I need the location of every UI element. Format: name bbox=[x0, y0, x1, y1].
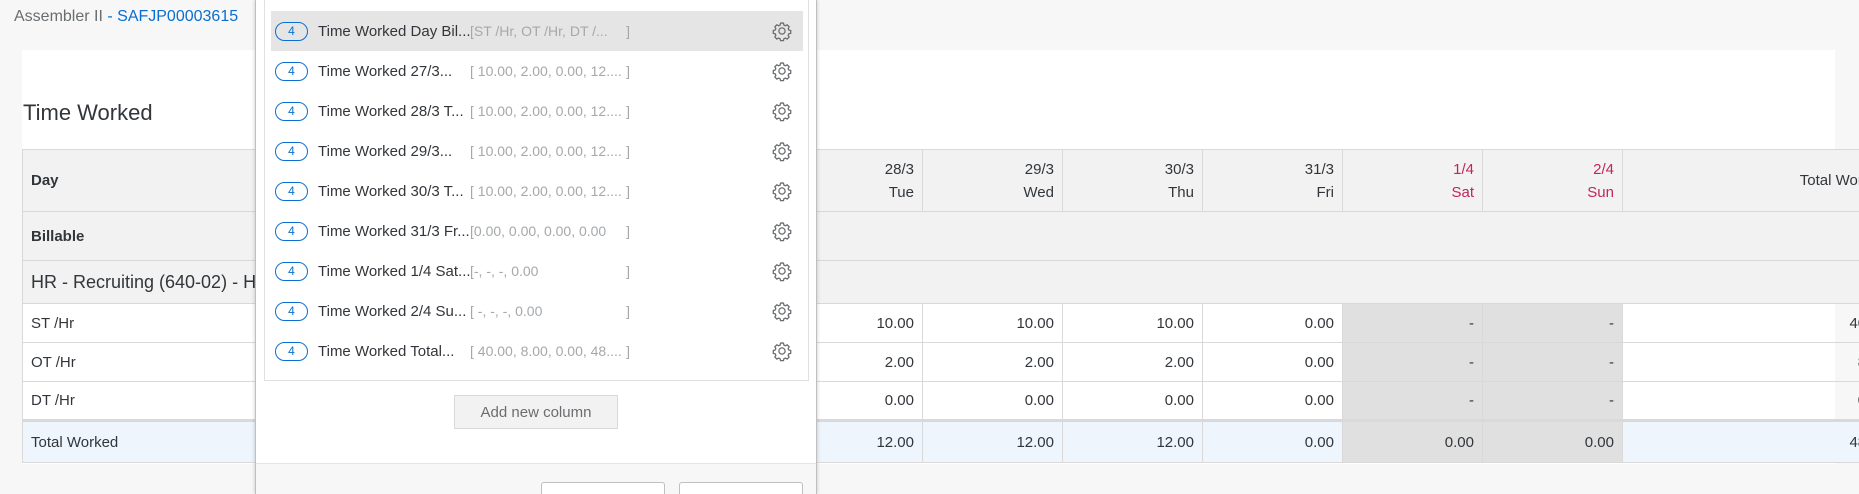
total-cell: 0.00 bbox=[1202, 419, 1343, 463]
column-values: [ST /Hr, OT /Hr, DT /...] bbox=[470, 23, 630, 39]
column-settings-dialog: 4 Time Worked Day Bil... [ST /Hr, OT /Hr… bbox=[255, 0, 817, 494]
count-badge: 4 bbox=[275, 341, 308, 361]
column-values: [ 10.00, 2.00, 0.00, 12....] bbox=[470, 63, 630, 79]
column-list-item[interactable]: 4 Time Worked 27/3... [ 10.00, 2.00, 0.0… bbox=[271, 51, 803, 91]
column-values: [-, -, -, 0.00] bbox=[470, 263, 630, 279]
column-name: Time Worked 29/3... bbox=[318, 142, 453, 160]
cell-value[interactable]: 10.00 bbox=[1062, 303, 1203, 343]
cell-value: - bbox=[1342, 303, 1483, 343]
cell-value[interactable]: 0.00 bbox=[1202, 342, 1343, 382]
cell-value: - bbox=[1342, 342, 1483, 382]
column-header-31-3[interactable]: 31/3 Fri bbox=[1202, 149, 1343, 212]
column-name: Time Worked 1/4 Sat... bbox=[318, 262, 470, 280]
cell-value: - bbox=[1482, 303, 1623, 343]
count-badge: 4 bbox=[275, 301, 308, 321]
column-name: Time Worked Total... bbox=[318, 342, 455, 360]
add-new-column-button[interactable]: Add new column bbox=[454, 395, 618, 429]
total-cell: 0.00 bbox=[1482, 419, 1623, 463]
count-badge: 4 bbox=[275, 101, 308, 121]
total-worked-header[interactable]: Total Worked bbox=[1622, 149, 1859, 212]
column-header-29-3[interactable]: 29/3 Wed bbox=[922, 149, 1063, 212]
column-header-30-3[interactable]: 30/3 Thu bbox=[1062, 149, 1203, 212]
column-header-1-4[interactable]: 1/4 Sat bbox=[1342, 149, 1483, 212]
column-values: [ 40.00, 8.00, 0.00, 48....] bbox=[470, 343, 630, 359]
column-values: [ -, -, -, 0.00] bbox=[470, 303, 630, 319]
column-values: [ 10.00, 2.00, 0.00, 12....] bbox=[470, 143, 630, 159]
column-values: [0.00, 0.00, 0.00, 0.00] bbox=[470, 223, 630, 239]
breadcrumb: Assembler II - SAFJP00003615 bbox=[14, 8, 238, 26]
column-name: Time Worked 28/3 T... bbox=[318, 102, 464, 120]
gear-icon[interactable] bbox=[771, 300, 793, 322]
count-badge: 4 bbox=[275, 261, 308, 281]
count-badge: 4 bbox=[275, 221, 308, 241]
grand-total: 48.00 bbox=[1622, 419, 1859, 463]
gear-icon[interactable] bbox=[771, 340, 793, 362]
gear-icon[interactable] bbox=[771, 60, 793, 82]
gear-icon[interactable] bbox=[771, 220, 793, 242]
count-badge: 4 bbox=[275, 141, 308, 161]
column-list-item[interactable]: 4 Time Worked 30/3 T... [ 10.00, 2.00, 0… bbox=[271, 171, 803, 211]
cell-value: - bbox=[1482, 381, 1623, 421]
column-values: [ 10.00, 2.00, 0.00, 12....] bbox=[470, 103, 630, 119]
column-name: Time Worked 2/4 Su... bbox=[318, 302, 467, 320]
column-name: Time Worked 27/3... bbox=[318, 62, 453, 80]
column-list: 4 Time Worked Day Bil... [ST /Hr, OT /Hr… bbox=[264, 0, 809, 381]
column-list-item[interactable]: 4 Time Worked 28/3 T... [ 10.00, 2.00, 0… bbox=[271, 91, 803, 131]
dialog-footer-button-primary[interactable] bbox=[541, 482, 665, 494]
column-list-item[interactable]: 4 Time Worked 31/3 Fr... [0.00, 0.00, 0.… bbox=[271, 211, 803, 251]
cell-value: - bbox=[1482, 342, 1623, 382]
cell-value[interactable]: 0.00 bbox=[922, 381, 1063, 421]
total-cell: 0.00 bbox=[1342, 419, 1483, 463]
column-list-item[interactable]: 4 Time Worked Day Bil... [ST /Hr, OT /Hr… bbox=[271, 11, 803, 51]
cell-value: - bbox=[1342, 381, 1483, 421]
column-name: Time Worked 31/3 Fr... bbox=[318, 222, 470, 240]
column-values: [ 10.00, 2.00, 0.00, 12....] bbox=[470, 183, 630, 199]
cell-value[interactable]: 0.00 bbox=[1062, 381, 1203, 421]
gear-icon[interactable] bbox=[771, 180, 793, 202]
column-name: Time Worked Day Bil... bbox=[318, 22, 470, 40]
row-total: 8.00 bbox=[1622, 342, 1859, 382]
total-cell: 12.00 bbox=[1062, 419, 1203, 463]
cell-value[interactable]: 2.00 bbox=[922, 342, 1063, 382]
column-list-item[interactable]: 4 Time Worked 29/3... [ 10.00, 2.00, 0.0… bbox=[271, 131, 803, 171]
column-list-item[interactable]: 4 Time Worked 1/4 Sat... [-, -, -, 0.00] bbox=[271, 251, 803, 291]
breadcrumb-role: Assembler II bbox=[14, 8, 103, 25]
gear-icon[interactable] bbox=[771, 140, 793, 162]
count-badge: 4 bbox=[275, 181, 308, 201]
column-header-2-4[interactable]: 2/4 Sun bbox=[1482, 149, 1623, 212]
column-list-item[interactable]: 4 Time Worked Total... [ 40.00, 8.00, 0.… bbox=[271, 331, 803, 371]
total-cell: 12.00 bbox=[922, 419, 1063, 463]
gear-icon[interactable] bbox=[771, 20, 793, 42]
count-badge: 4 bbox=[275, 21, 308, 41]
gear-icon[interactable] bbox=[771, 100, 793, 122]
cell-value[interactable]: 0.00 bbox=[1202, 303, 1343, 343]
dialog-footer-button-secondary[interactable] bbox=[679, 482, 803, 494]
column-list-item[interactable]: 4 Time Worked 2/4 Su... [ -, -, -, 0.00] bbox=[271, 291, 803, 331]
column-name: Time Worked 30/3 T... bbox=[318, 182, 464, 200]
breadcrumb-link[interactable]: SAFJP00003615 bbox=[117, 8, 238, 25]
gear-icon[interactable] bbox=[771, 260, 793, 282]
cell-value[interactable]: 0.00 bbox=[1202, 381, 1343, 421]
breadcrumb-separator: - bbox=[102, 8, 118, 25]
dialog-footer bbox=[256, 463, 816, 494]
row-total: 0.00 bbox=[1622, 381, 1859, 421]
cell-value[interactable]: 2.00 bbox=[1062, 342, 1203, 382]
cell-value[interactable]: 10.00 bbox=[922, 303, 1063, 343]
count-badge: 4 bbox=[275, 61, 308, 81]
panel-title: Time Worked bbox=[23, 100, 153, 125]
row-total: 40.00 bbox=[1622, 303, 1859, 343]
